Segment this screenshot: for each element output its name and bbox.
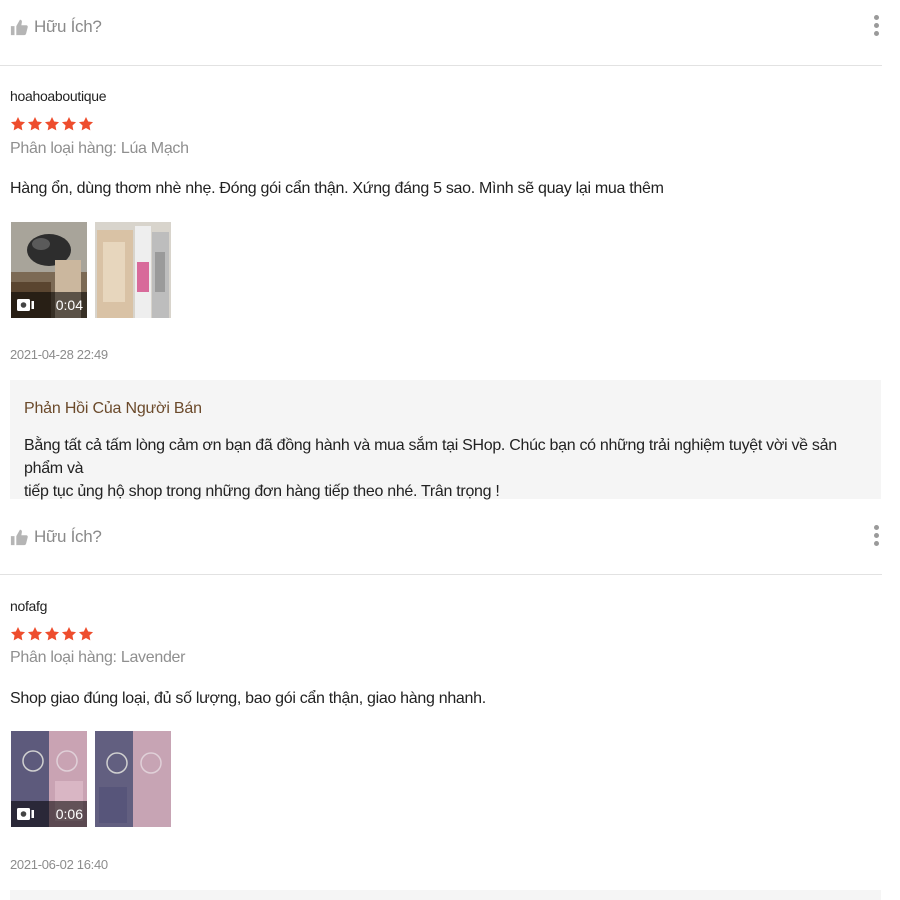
product-variation: Phân loại hàng: Lúa Mạch — [10, 140, 189, 157]
helpful-label[interactable]: Hữu Ích? — [34, 527, 102, 547]
review-comment: Hàng ổn, dùng thơm nhè nhẹ. Đóng gói cẩn… — [10, 180, 664, 197]
review-timestamp: 2021-06-02 16:40 — [10, 857, 108, 872]
video-camera-icon — [17, 807, 35, 821]
star-icon — [61, 116, 77, 132]
star-icon — [27, 116, 43, 132]
review-video-thumbnail[interactable]: 0:06 — [11, 731, 87, 827]
star-icon — [78, 626, 94, 642]
review-video-thumbnail[interactable]: 0:04 — [11, 222, 87, 318]
review-photo-image — [95, 222, 171, 318]
star-icon — [44, 626, 60, 642]
video-camera-icon — [17, 298, 35, 312]
divider — [0, 574, 882, 575]
review-comment: Shop giao đúng loại, đủ số lượng, bao gó… — [10, 690, 486, 707]
divider — [0, 65, 882, 66]
seller-reply-text: Bằng tất cả tấm lòng cảm ơn bạn đã đồng … — [24, 434, 874, 503]
star-icon — [44, 116, 60, 132]
video-duration: 0:06 — [55, 806, 83, 822]
seller-reply — [10, 890, 881, 900]
thumbs-up-icon[interactable] — [10, 18, 28, 36]
star-icon — [10, 626, 26, 642]
video-overlay: 0:04 — [11, 292, 87, 318]
star-icon — [27, 626, 43, 642]
review-photo-image — [95, 731, 171, 827]
helpful-label[interactable]: Hữu Ích? — [34, 17, 102, 37]
helpful-row: Hữu Ích? — [10, 12, 882, 42]
thumbs-up-icon[interactable] — [10, 528, 28, 546]
star-icon — [61, 626, 77, 642]
seller-reply: Phản Hồi Của Người Bán Bằng tất cả tấm l… — [10, 380, 881, 500]
review-timestamp: 2021-04-28 22:49 — [10, 347, 108, 362]
review-photo-thumbnail[interactable] — [95, 731, 171, 827]
reviewer-username: hoahoaboutique — [10, 88, 107, 104]
star-icon — [78, 116, 94, 132]
seller-reply-line: Bằng tất cả tấm lòng cảm ơn bạn đã đồng … — [24, 437, 837, 477]
more-options-icon[interactable] — [872, 15, 880, 39]
more-options-icon[interactable] — [872, 525, 880, 549]
reviewer-username: nofafg — [10, 598, 48, 614]
video-duration: 0:04 — [55, 297, 83, 313]
review-photo-thumbnail[interactable] — [95, 222, 171, 318]
star-icon — [10, 116, 26, 132]
video-overlay: 0:06 — [11, 801, 87, 827]
helpful-row: Hữu Ích? — [10, 522, 882, 552]
rating-stars — [10, 626, 94, 642]
product-variation: Phân loại hàng: Lavender — [10, 649, 186, 666]
seller-reply-line: tiếp tục ủng hộ shop trong những đơn hàn… — [24, 483, 500, 500]
seller-reply-title: Phản Hồi Của Người Bán — [24, 400, 202, 417]
rating-stars — [10, 116, 94, 132]
